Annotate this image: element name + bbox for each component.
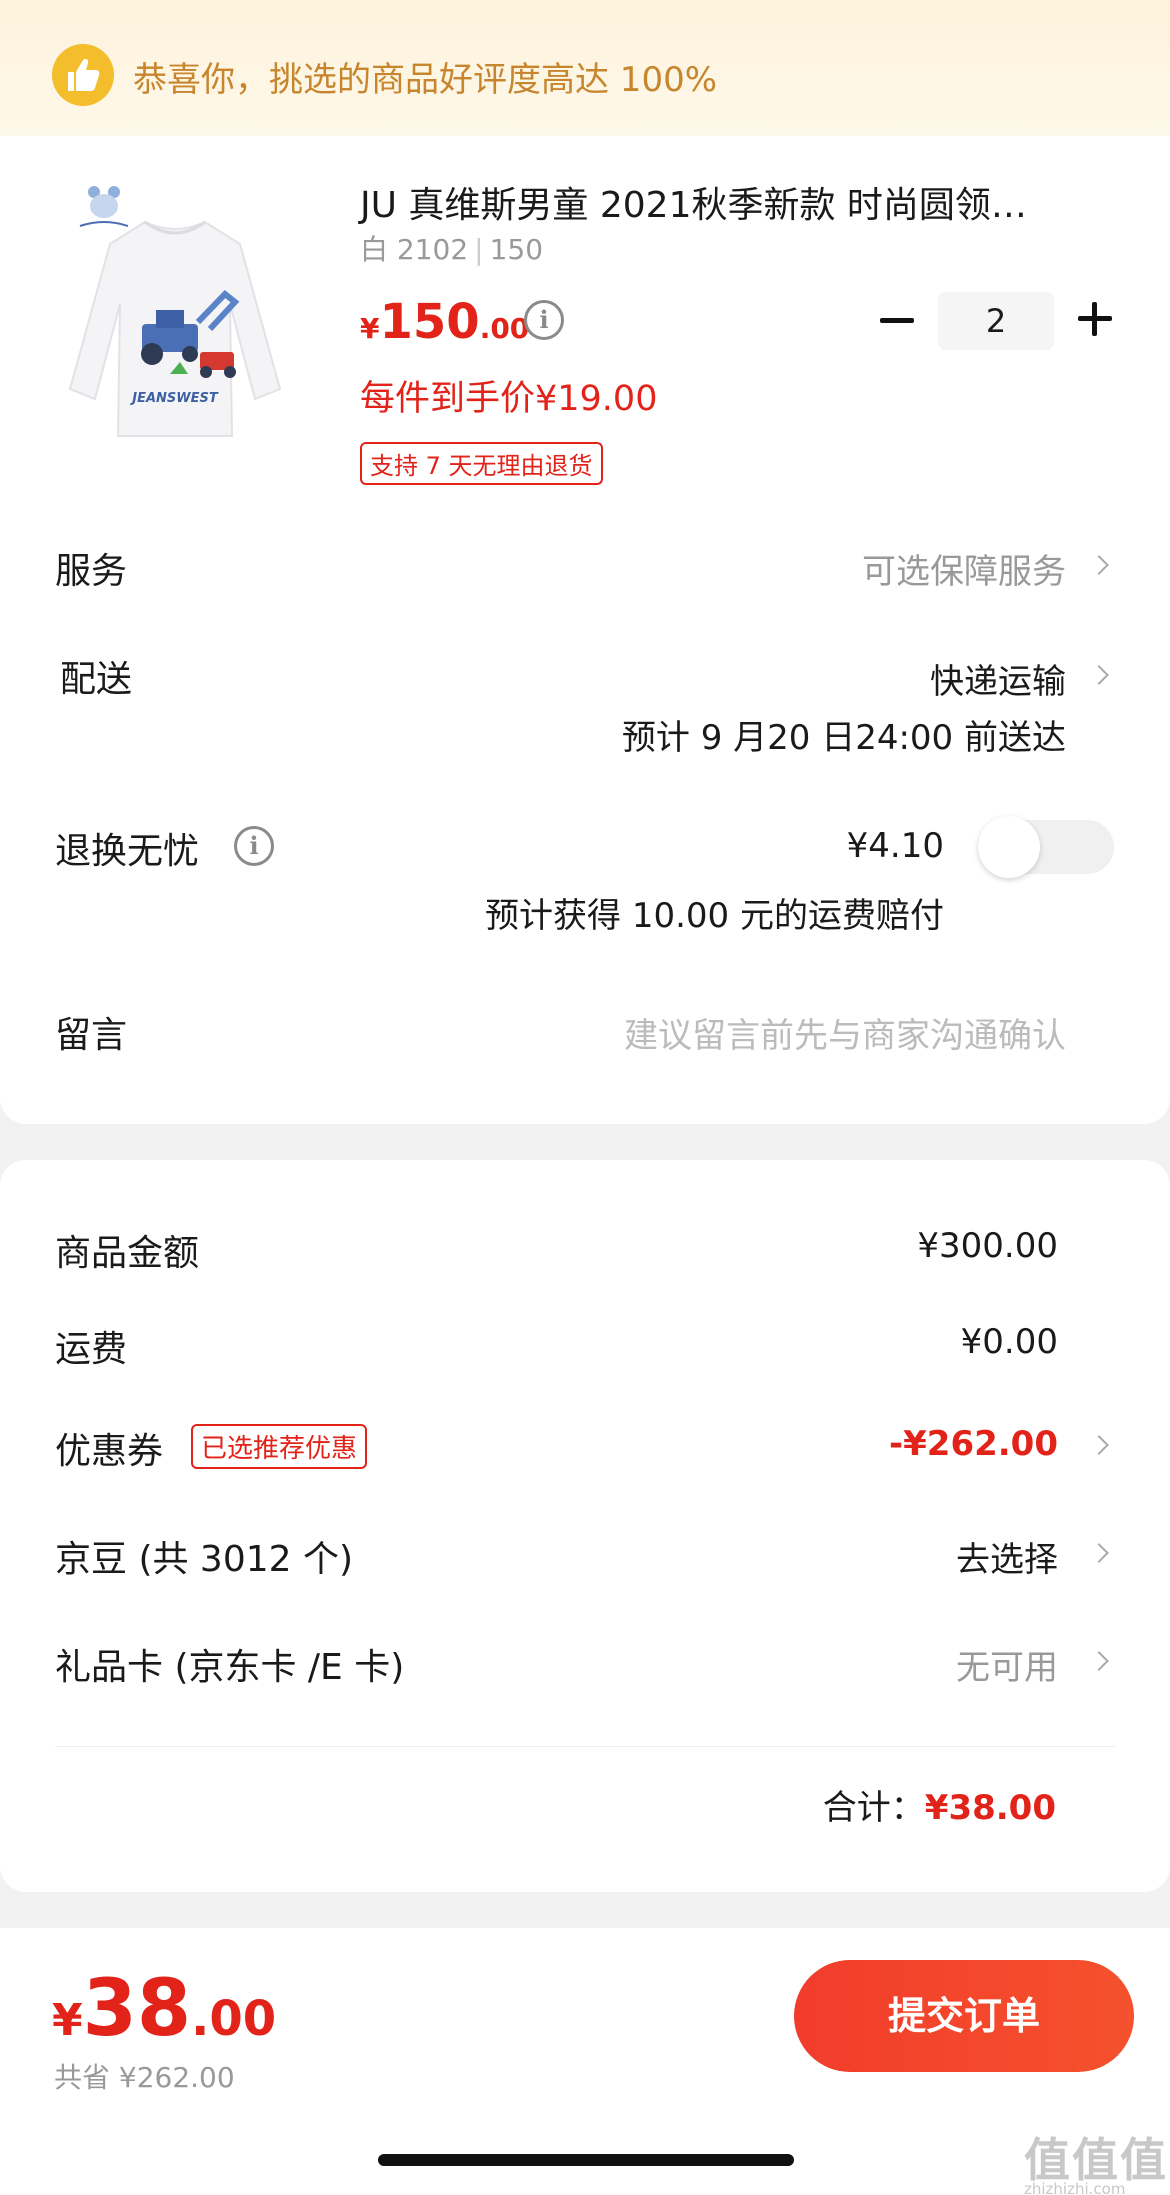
product-color: 白 2102	[360, 233, 469, 266]
price-summary-card: 商品金额 ¥300.00 运费 ¥0.00 优惠券 已选推荐优惠 -¥262.0…	[0, 1160, 1170, 1892]
return-policy-tag: 支持 7 天无理由退货	[360, 442, 603, 485]
total-value: ¥38.00	[924, 1788, 1056, 1828]
product-image[interactable]: JEANSWEST	[50, 174, 300, 444]
home-indicator[interactable]	[378, 2154, 794, 2166]
saved-amount: 共省 ¥262.00	[54, 2061, 235, 2094]
thumbs-up-icon	[52, 44, 114, 106]
quantity-decrease-button[interactable]	[880, 318, 914, 323]
praise-banner: 恭喜你，挑选的商品好评度高达 100%	[0, 0, 1170, 136]
goods-amount-label: 商品金额	[55, 1233, 200, 1274]
service-label: 服务	[55, 551, 128, 592]
banner-text: 恭喜你，挑选的商品好评度高达 100%	[133, 60, 718, 100]
jd-beans-label: 京豆 (共 3012 个)	[55, 1539, 354, 1580]
quantity-increase-button[interactable]	[1078, 302, 1112, 336]
shipping-label: 运费	[55, 1329, 128, 1370]
submit-order-button[interactable]: 提交订单	[794, 1960, 1134, 2072]
toggle-knob	[978, 816, 1040, 878]
goods-amount-value: ¥300.00	[917, 1226, 1058, 1266]
delivery-value[interactable]: 快递运输	[930, 654, 1066, 703]
service-chevron-right-icon[interactable]	[1089, 555, 1109, 575]
jd-beans-value[interactable]: 去选择	[956, 1532, 1058, 1581]
checkout-bar: ¥38.00 共省 ¥262.00 提交订单 值值值 zhizhizhi.com	[0, 1928, 1170, 2195]
product-spec: 白 2102 | 150	[360, 233, 544, 266]
summary-divider	[55, 1746, 1115, 1747]
shipping-value: ¥0.00	[960, 1322, 1058, 1362]
delivery-chevron-right-icon[interactable]	[1089, 665, 1109, 685]
total-label: 合计：	[822, 1788, 925, 1828]
coupon-selected-tag: 已选推荐优惠	[191, 1424, 368, 1469]
unit-price: 每件到手价¥19.00	[360, 379, 658, 419]
product-size: 150	[489, 233, 544, 266]
return-note: 预计获得 10.00 元的运费赔付	[485, 896, 944, 936]
order-product-card: JEANSWEST JU 真维斯男童 2021秋季新款 时尚圆领… 白 2102…	[0, 136, 1170, 1124]
delivery-eta: 预计 9 月20 日24:00 前送达	[621, 718, 1066, 758]
gift-card-label: 礼品卡 (京东卡 /E 卡)	[55, 1647, 405, 1688]
service-value[interactable]: 可选保障服务	[862, 544, 1066, 593]
payable-price: ¥38.00	[52, 1964, 277, 2054]
jd-beans-chevron-right-icon[interactable]	[1089, 1543, 1109, 1563]
product-price: ¥150.00	[360, 294, 530, 350]
gift-card-chevron-right-icon[interactable]	[1089, 1651, 1109, 1671]
return-info-icon[interactable]: i	[234, 826, 274, 866]
coupon-label: 优惠券	[55, 1431, 164, 1472]
return-worry-free-label: 退换无忧	[55, 831, 200, 872]
message-input[interactable]: 建议留言前先与商家沟通确认	[624, 1008, 1066, 1057]
price-info-icon[interactable]: i	[524, 300, 564, 340]
watermark-url: zhizhizhi.com	[1024, 2180, 1126, 2195]
gift-card-value[interactable]: 无可用	[956, 1640, 1058, 1689]
coupon-value[interactable]: -¥262.00	[889, 1424, 1058, 1464]
return-worry-free-toggle[interactable]	[978, 816, 1114, 878]
delivery-label: 配送	[60, 659, 133, 700]
total-row: 合计：¥38.00	[823, 1780, 1056, 1829]
return-price: ¥4.10	[846, 826, 944, 866]
coupon-chevron-right-icon[interactable]	[1089, 1435, 1109, 1455]
quantity-input[interactable]: 2	[938, 292, 1054, 350]
message-label: 留言	[55, 1015, 128, 1056]
product-title[interactable]: JU 真维斯男童 2021秋季新款 时尚圆领…	[360, 176, 1027, 228]
product-image-logo: JEANSWEST	[129, 391, 219, 406]
